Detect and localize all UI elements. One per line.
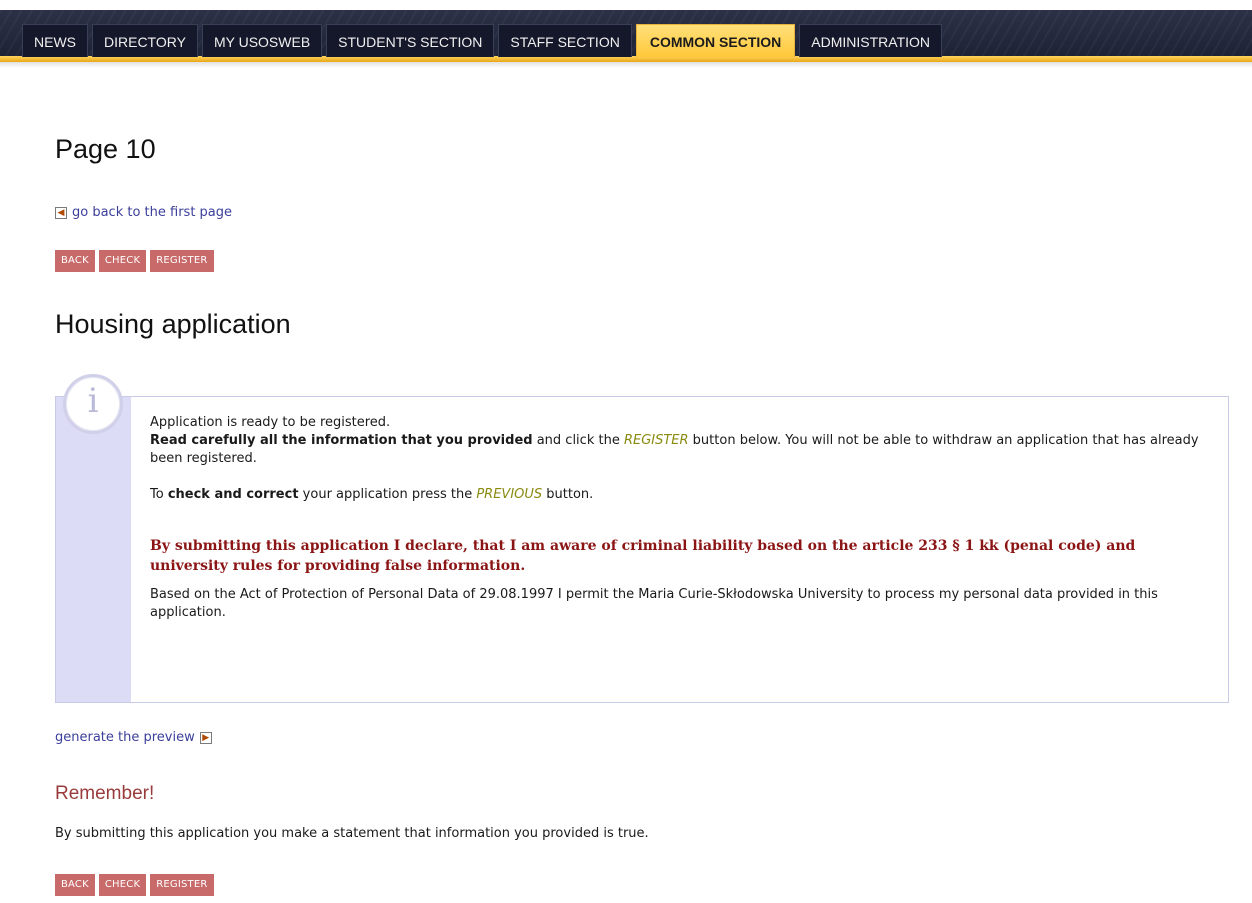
tab-students-section[interactable]: STUDENT'S SECTION	[326, 24, 495, 57]
arrow-right-icon: ▶	[199, 731, 212, 744]
tab-directory[interactable]: DIRECTORY	[92, 24, 198, 57]
remember-heading: Remember!	[55, 783, 155, 804]
tab-common-section[interactable]: COMMON SECTION	[635, 24, 796, 57]
remember-text: By submitting this application you make …	[55, 826, 649, 841]
back-button[interactable]: BACK	[55, 250, 95, 272]
check-button-bottom[interactable]: CHECK	[98, 874, 147, 896]
info-box-stripe	[56, 397, 131, 702]
bottom-button-row: BACK CHECK REGISTER	[55, 874, 214, 896]
register-button-bottom[interactable]: REGISTER	[150, 874, 214, 896]
tab-staff-section[interactable]: STAFF SECTION	[498, 24, 632, 57]
check-button[interactable]: CHECK	[98, 250, 147, 272]
preview-link-label[interactable]: generate the preview	[55, 730, 195, 745]
page-title: Page 10	[55, 134, 156, 164]
main-nav: NEWS DIRECTORY MY USOSWEB STUDENT'S SECT…	[22, 24, 943, 57]
back-link-label[interactable]: go back to the first page	[72, 205, 232, 220]
top-button-row: BACK CHECK REGISTER	[55, 250, 214, 272]
tab-news[interactable]: NEWS	[22, 24, 88, 57]
info-ready-text: Application is ready to be registered.	[150, 415, 391, 430]
tab-administration[interactable]: ADMINISTRATION	[799, 24, 943, 57]
info-icon: i	[63, 374, 123, 434]
consent-text: Based on the Act of Protection of Person…	[150, 587, 1158, 620]
info-check-correct: To check and correct your application pr…	[150, 487, 594, 502]
back-button-bottom[interactable]: BACK	[55, 874, 95, 896]
info-read-carefully: Read carefully all the information that …	[150, 433, 1199, 466]
back-to-first-page-link[interactable]: ◀ go back to the first page	[55, 205, 232, 220]
tab-my-usosweb[interactable]: MY USOSWEB	[201, 24, 323, 57]
section-title: Housing application	[55, 309, 291, 339]
info-text: Application is ready to be registered. R…	[150, 414, 1200, 622]
arrow-left-icon: ◀	[55, 206, 67, 219]
top-bar: NEWS DIRECTORY MY USOSWEB STUDENT'S SECT…	[0, 0, 1252, 72]
register-button[interactable]: REGISTER	[150, 250, 214, 272]
declaration-text: By submitting this application I declare…	[150, 538, 1136, 574]
generate-preview-link[interactable]: generate the preview ▶	[55, 730, 212, 745]
